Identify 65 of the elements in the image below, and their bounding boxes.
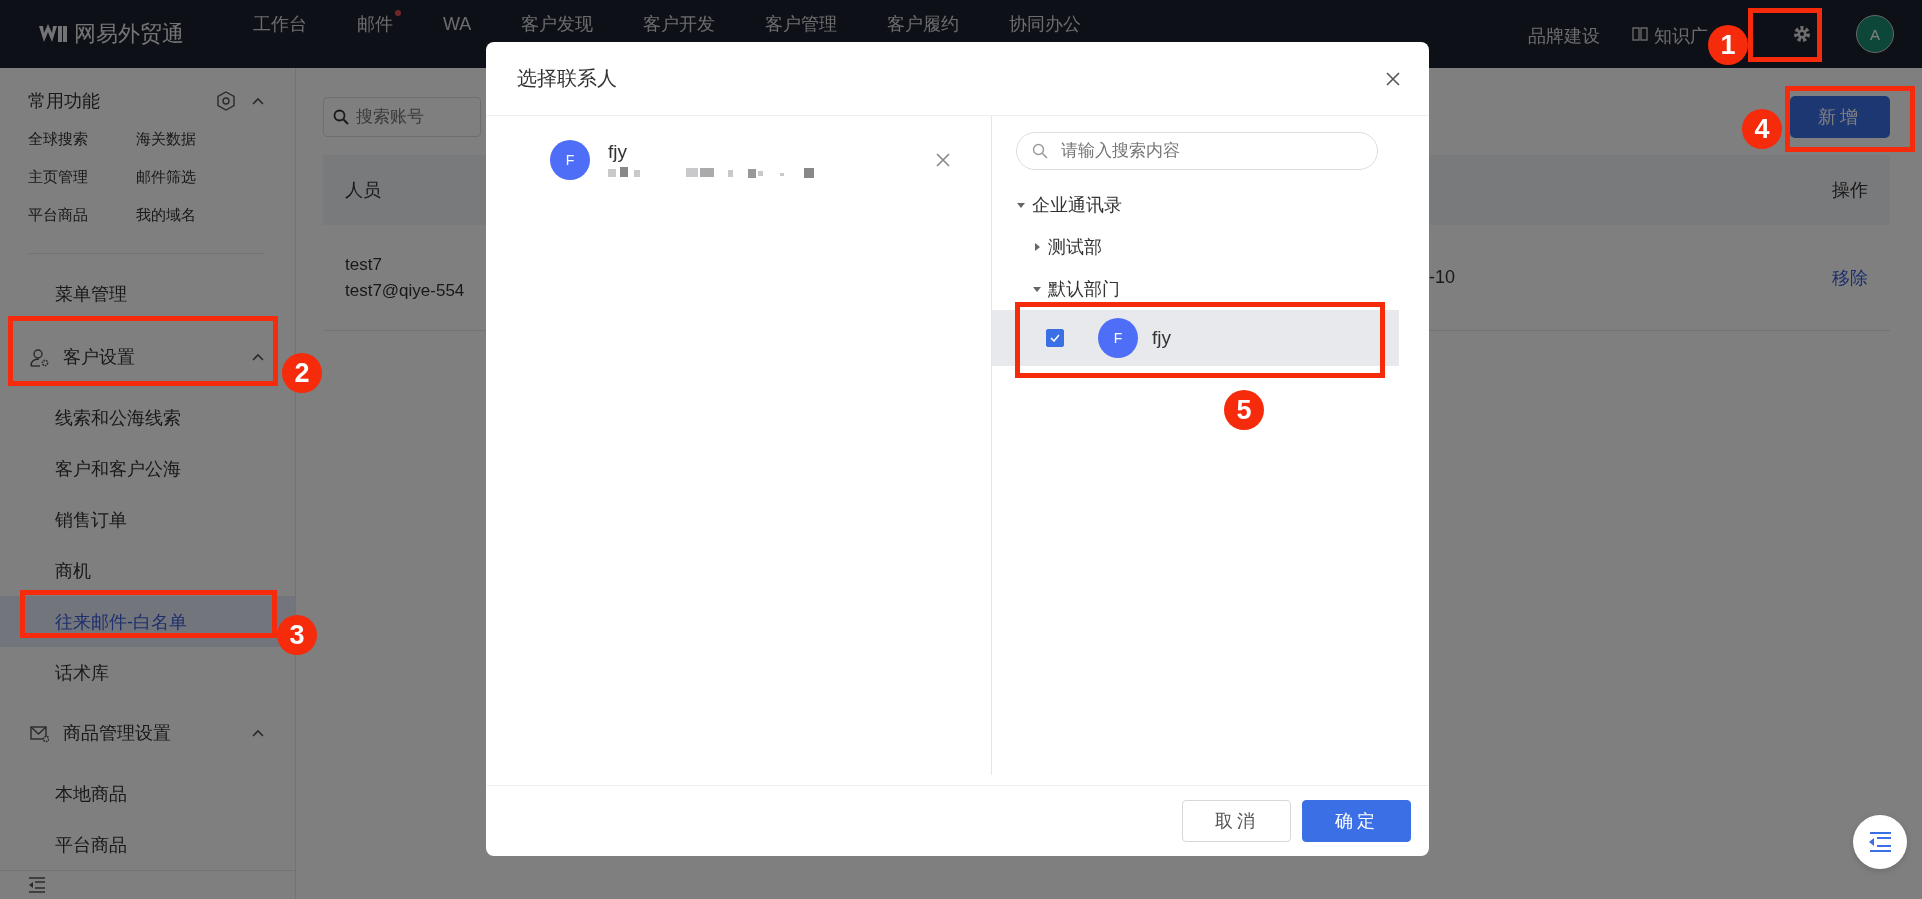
add-button[interactable]: 新增 (1790, 96, 1890, 138)
collapse-menu-icon (1868, 832, 1892, 852)
person-name: test7 (345, 254, 382, 275)
search-field[interactable]: 搜索账号 (323, 97, 481, 137)
search-icon (1032, 143, 1048, 159)
menu-item[interactable]: 平台商品 (0, 819, 295, 870)
tree-node[interactable]: 默认部门 (992, 268, 1429, 310)
nav-item[interactable]: 客户履约 (887, 10, 968, 34)
table-cell-text: -10 (1429, 267, 1456, 288)
nav-item[interactable]: WA (443, 10, 480, 34)
contact-avatar: F (1098, 318, 1138, 358)
check-icon (1050, 334, 1060, 342)
menu-item[interactable]: 客户和客户公海 (0, 443, 295, 494)
section-title: 常用功能 (28, 90, 100, 113)
callout-number: 2 (282, 353, 322, 393)
search-field[interactable]: 请输入搜索内容 (1016, 132, 1378, 170)
callout-number: 3 (277, 615, 317, 655)
contact-name: fjy (608, 141, 628, 163)
contact-name: fjy (1152, 327, 1171, 349)
nav-item[interactable]: 客户发现 (521, 10, 602, 34)
nav-item[interactable]: 工作台 (253, 10, 315, 34)
nav-item[interactable]: 协同办公 (1009, 10, 1090, 34)
logo-text: 网易外贸通 (74, 20, 184, 48)
shortcut-link[interactable]: 我的域名 (136, 206, 244, 225)
collapse-button[interactable] (1853, 815, 1907, 869)
checkbox[interactable] (1046, 329, 1064, 347)
menu-item[interactable]: 商机 (0, 545, 295, 596)
menu-group-header[interactable]: 商品管理设置 (0, 698, 295, 768)
shortcut-link[interactable]: 全球搜索 (28, 130, 136, 149)
hexagon-settings-icon (217, 91, 235, 111)
close-icon[interactable] (1385, 70, 1401, 87)
shortcut-link[interactable]: 主页管理 (28, 168, 136, 187)
settings-icon[interactable] (1792, 24, 1812, 44)
column-header: 人员 (344, 179, 382, 202)
confirm-button[interactable]: 确定 (1302, 800, 1411, 842)
callout-number: 4 (1742, 109, 1782, 149)
dialog-title: 选择联系人 (517, 66, 617, 91)
person-email: test7@qiye-554 (345, 280, 465, 301)
notification-dot (395, 10, 401, 16)
contact-avatar: F (550, 140, 590, 180)
nav-link[interactable]: 品牌建设 (1528, 20, 1608, 48)
menu-item[interactable]: 销售订单 (0, 494, 295, 545)
cancel-button[interactable]: 取消 (1182, 800, 1291, 842)
column-header: 操作 (1831, 179, 1869, 202)
menu-item[interactable]: 菜单管理 (0, 266, 295, 322)
logo-icon (38, 24, 68, 44)
collapse-menu-icon[interactable] (28, 877, 46, 893)
nav-item[interactable]: 客户管理 (765, 10, 846, 34)
nav-item[interactable]: 邮件 (357, 10, 401, 34)
user-avatar[interactable]: A (1856, 15, 1894, 53)
menu-item[interactable]: 线索和公海线索 (0, 392, 295, 443)
remove-link[interactable]: 移除 (1832, 267, 1868, 288)
book-icon (1632, 27, 1648, 41)
shortcut-link[interactable]: 邮件筛选 (136, 168, 244, 187)
remove-icon[interactable] (935, 152, 951, 168)
search-icon (333, 109, 349, 125)
shortcut-link[interactable]: 平台商品 (28, 206, 136, 225)
contact-row[interactable]: F fjy (992, 310, 1399, 366)
nav-item[interactable]: 客户开发 (643, 10, 724, 34)
menu-item[interactable]: 本地商品 (0, 768, 295, 819)
tree-node[interactable]: 企业通讯录 (992, 184, 1429, 226)
mail-settings-icon (30, 723, 49, 743)
shortcut-link[interactable]: 海关数据 (136, 130, 244, 149)
user-settings-icon (30, 347, 49, 367)
tree-node[interactable]: 测试部 (992, 226, 1429, 268)
